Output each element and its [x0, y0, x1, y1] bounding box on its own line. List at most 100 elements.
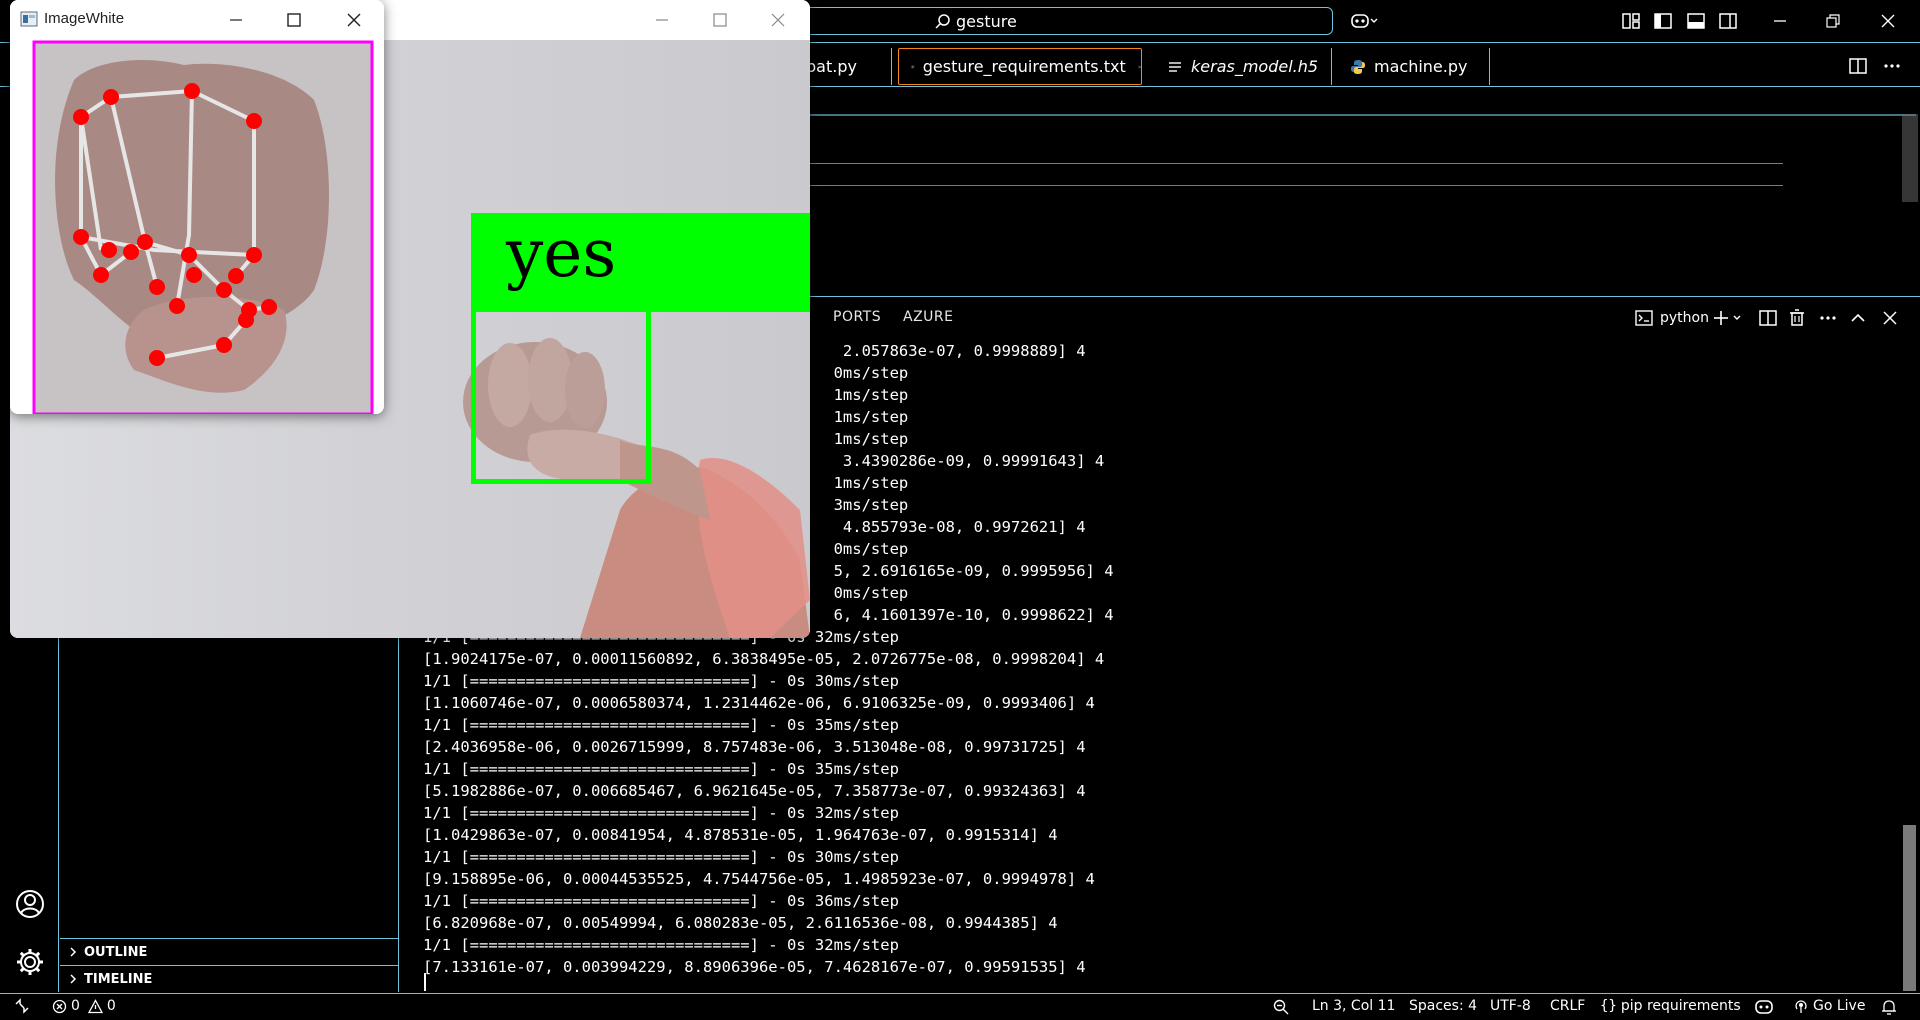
eol-text: CRLF	[1550, 998, 1586, 1014]
tab-keras-model[interactable]: keras_model.h5	[1147, 48, 1332, 85]
status-bar: 0 0 Ln 3, Col 11 Spaces: 4 UTF-8 CRLF {}…	[0, 993, 1920, 1020]
terminal-line: 1/1 [==============================] - 0…	[423, 892, 899, 910]
split-terminal-icon[interactable]	[1758, 308, 1778, 328]
terminal-line: 1/1 [==============================] - 0…	[423, 804, 899, 822]
customize-layout-icon[interactable]	[1621, 11, 1641, 31]
language-mode[interactable]: {} pip requirements	[1600, 998, 1741, 1014]
editor-line-highlight	[805, 163, 1783, 164]
imagewhite-window[interactable]: ImageWhite	[10, 0, 384, 414]
maximize-icon[interactable]	[708, 8, 732, 32]
tab-machine-py[interactable]: machine.py	[1332, 48, 1490, 85]
tab-azure[interactable]: AZURE	[903, 309, 954, 325]
zoom-icon[interactable]	[1272, 998, 1290, 1016]
cursor-position-text: Ln 3, Col 11	[1312, 998, 1396, 1014]
hand-landmark-image	[32, 40, 374, 414]
sidebar-divider	[398, 636, 399, 992]
go-live-text: Go Live	[1813, 998, 1866, 1014]
split-editor-icon[interactable]	[1848, 56, 1868, 76]
window-app-icon	[20, 11, 38, 27]
minimize-icon[interactable]	[1770, 11, 1790, 31]
go-live-button[interactable]: Go Live	[1793, 998, 1865, 1014]
command-center-search[interactable]: gesture	[800, 7, 1333, 35]
chevron-right-icon	[70, 974, 77, 984]
close-panel-icon[interactable]	[1880, 308, 1900, 328]
terminal-line: [1.0429863e-07, 0.00841954, 4.878531e-05…	[423, 826, 1058, 844]
notifications-icon[interactable]	[1880, 998, 1898, 1016]
toggle-panel-icon[interactable]	[1686, 11, 1706, 31]
terminal-line: 1/1 [==============================] - 0…	[423, 936, 899, 954]
broadcast-icon	[1795, 1000, 1807, 1013]
new-terminal-icon[interactable]	[1712, 308, 1746, 328]
close-icon[interactable]	[342, 8, 366, 32]
terminal-name: python	[1660, 310, 1709, 326]
indentation[interactable]: Spaces: 4	[1409, 998, 1477, 1014]
panel-more-icon[interactable]	[1818, 308, 1838, 328]
remote-icon	[15, 998, 29, 1014]
hand-bounding-box	[471, 298, 651, 484]
error-count: 0	[71, 998, 80, 1014]
gear-icon[interactable]	[14, 946, 46, 978]
braces-icon: {}	[1600, 998, 1617, 1014]
copilot-icon[interactable]	[1350, 11, 1380, 31]
terminal-line: [2.4036958e-06, 0.0026715999, 8.757483e-…	[423, 738, 1086, 756]
editor-scrollbar[interactable]	[1902, 114, 1918, 202]
terminal-selector[interactable]: python	[1634, 308, 1709, 328]
timeline-section[interactable]: TIMELINE	[60, 965, 398, 992]
tab-pat-py[interactable]: pat.py	[798, 48, 892, 85]
terminal-line: [6.820968e-07, 0.00549994, 6.080283e-05,…	[423, 914, 1058, 932]
activity-bar	[0, 636, 59, 992]
line-ending[interactable]: CRLF	[1550, 998, 1585, 1014]
text-file-icon	[1169, 61, 1181, 72]
tab-label: keras_model.h5	[1191, 57, 1319, 76]
close-icon[interactable]	[1878, 11, 1898, 31]
terminal-line: [9.158895e-06, 0.00044535525, 4.7544756e…	[423, 870, 1095, 888]
problems-indicator[interactable]: 0 0	[52, 998, 116, 1014]
encoding-text: UTF-8	[1490, 998, 1531, 1014]
panel-header	[805, 296, 1920, 339]
tab-ports[interactable]: PORTS	[833, 309, 881, 325]
terminal-line: [7.133161e-07, 0.003994229, 8.8906396e-0…	[423, 958, 1086, 976]
minimize-icon[interactable]	[650, 8, 674, 32]
error-icon	[52, 999, 67, 1013]
toggle-secondary-sidebar-icon[interactable]	[1718, 11, 1738, 31]
tab-label: pat.py	[806, 57, 857, 76]
maximize-icon[interactable]	[282, 8, 306, 32]
tab-close-icon[interactable]	[1138, 60, 1141, 74]
outline-section[interactable]: OUTLINE	[60, 938, 398, 965]
restore-icon[interactable]	[1823, 11, 1843, 31]
terminal-line: 1/1 [==============================] - 0…	[423, 760, 899, 778]
warning-icon	[87, 998, 103, 1013]
indentation-text: Spaces: 4	[1409, 998, 1478, 1014]
python-file-icon	[1351, 59, 1365, 74]
language-text: pip requirements	[1620, 998, 1741, 1014]
remote-indicator[interactable]	[14, 998, 30, 1014]
close-icon[interactable]	[766, 8, 790, 32]
text-file-icon	[911, 65, 915, 68]
editor-line-highlight	[805, 185, 1783, 186]
toggle-primary-sidebar-icon[interactable]	[1653, 11, 1673, 31]
trash-icon[interactable]	[1787, 308, 1807, 328]
accounts-icon[interactable]	[14, 888, 46, 920]
terminal-cursor	[424, 973, 426, 991]
warning-count: 0	[106, 998, 116, 1014]
more-actions-icon[interactable]	[1882, 56, 1902, 76]
command-center-text: gesture	[956, 12, 1017, 31]
minimize-icon[interactable]	[224, 8, 248, 32]
outline-label: OUTLINE	[84, 944, 148, 960]
maximize-panel-icon[interactable]	[1848, 308, 1868, 328]
imagewhite-titlebar[interactable]: ImageWhite	[10, 0, 384, 38]
terminal-line: [1.9024175e-07, 0.00011560892, 6.3838495…	[423, 650, 1105, 668]
timeline-label: TIMELINE	[84, 971, 153, 987]
cursor-position[interactable]: Ln 3, Col 11	[1312, 998, 1395, 1014]
terminal-icon	[1635, 310, 1653, 326]
tab-label: gesture_requirements.txt	[922, 57, 1126, 76]
terminal-line: [1.1060746e-07, 0.0006580374, 1.2314462e…	[423, 694, 1095, 712]
chevron-right-icon	[70, 947, 77, 957]
terminal-scrollbar[interactable]	[1903, 825, 1916, 991]
terminal-line: [5.1982886e-07, 0.006685467, 6.9621645e-…	[423, 782, 1086, 800]
window-title: ImageWhite	[44, 10, 125, 27]
tab-gesture-requirements[interactable]: gesture_requirements.txt	[898, 48, 1142, 85]
copilot-status-icon[interactable]	[1754, 998, 1774, 1016]
terminal-line: 1/1 [==============================] - 0…	[423, 672, 899, 690]
encoding[interactable]: UTF-8	[1490, 998, 1531, 1014]
